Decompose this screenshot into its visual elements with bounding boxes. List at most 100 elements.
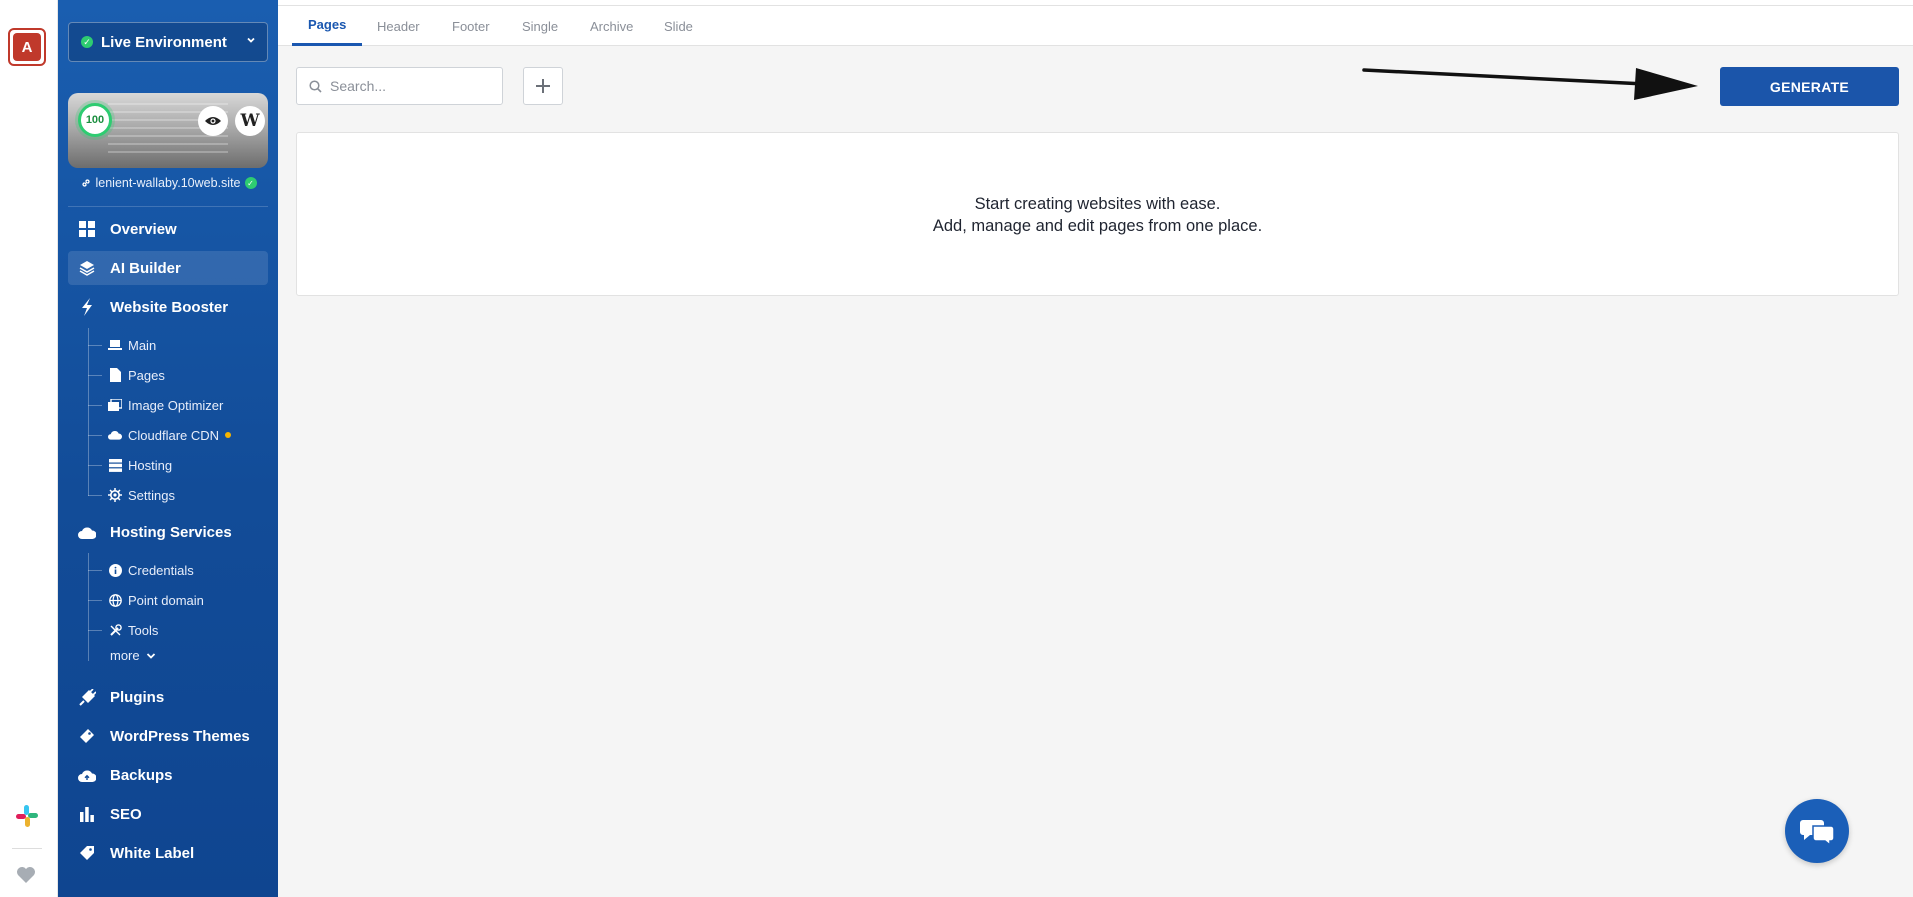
tab-pages[interactable]: Pages	[292, 6, 363, 46]
sidebar-item-label: Overview	[110, 220, 177, 238]
environment-selector[interactable]: ✓ Live Environment	[68, 22, 268, 62]
sidebar-subitem-image-optimizer[interactable]: Image Optimizer	[108, 393, 223, 417]
subitem-label: Credentials	[128, 562, 194, 578]
subitem-label: Cloudflare CDN	[128, 427, 220, 443]
sidebar-item-label: White Label	[110, 844, 195, 862]
tab-footer[interactable]: Footer	[436, 6, 506, 46]
plus-icon	[536, 79, 550, 93]
sidebar-subitem-hosting[interactable]: Hosting	[108, 453, 172, 477]
plug-icon	[78, 688, 96, 706]
tree-tick	[88, 345, 102, 346]
sidebar-item-label: WordPress Themes	[110, 727, 250, 745]
sidebar-divider	[68, 206, 268, 207]
gear-icon	[108, 488, 122, 502]
sidebar-item-backups[interactable]: Backups	[68, 758, 268, 792]
environment-status-icon: ✓	[81, 36, 93, 48]
site-thumbnail[interactable]: 100 W	[68, 93, 268, 168]
laptop-icon	[108, 338, 122, 352]
sidebar-item-ai-builder[interactable]: AI Builder	[68, 251, 268, 285]
wordpress-admin-button[interactable]: W	[235, 106, 265, 136]
sidebar-subitem-tools[interactable]: Tools	[108, 618, 158, 642]
empty-state-text: Start creating websites with ease. Add, …	[297, 193, 1898, 237]
tree-tick	[88, 570, 102, 571]
globe-icon	[108, 593, 122, 607]
sidebar-item-label: Website Booster	[110, 298, 229, 316]
sidebar-item-wordpress-themes[interactable]: WordPress Themes	[68, 719, 268, 753]
subitem-label: Point domain	[128, 592, 204, 608]
add-page-button[interactable]	[523, 67, 563, 105]
cloud-backup-icon	[78, 766, 96, 784]
server-icon	[108, 458, 122, 472]
sidebar-item-website-booster[interactable]: Website Booster	[68, 290, 268, 324]
search-input[interactable]	[330, 78, 480, 94]
sidebar-subitem-point-domain[interactable]: Point domain	[108, 588, 204, 612]
tools-icon	[108, 623, 122, 637]
wordpress-icon: W	[240, 111, 260, 131]
tree-tick	[88, 375, 102, 376]
sidebar-item-label: AI Builder	[110, 259, 181, 277]
eye-icon	[205, 117, 221, 125]
tree-tick	[88, 630, 102, 631]
slack-icon[interactable]	[14, 803, 40, 829]
empty-state-line-2: Add, manage and edit pages from one plac…	[932, 217, 1263, 235]
subitem-label: Pages	[128, 367, 165, 383]
chevron-down-icon	[247, 37, 255, 43]
app-rail: A	[0, 0, 58, 897]
link-icon	[81, 179, 90, 187]
grid-icon	[78, 220, 96, 238]
tree-line	[88, 328, 89, 496]
tab-header[interactable]: Header	[361, 6, 436, 46]
environment-label: Live Environment	[101, 33, 227, 51]
tree-tick	[88, 405, 102, 406]
tab-archive[interactable]: Archive	[574, 6, 649, 46]
lightning-icon	[78, 298, 96, 316]
rail-divider	[12, 848, 42, 849]
tree-tick	[88, 600, 102, 601]
bar-chart-icon	[78, 805, 96, 823]
workspace-avatar-letter: A	[13, 33, 41, 61]
generate-button[interactable]: GENERATE	[1720, 67, 1899, 106]
file-icon	[108, 368, 122, 382]
subitem-label: Tools	[128, 622, 159, 638]
workspace-avatar[interactable]: A	[8, 28, 46, 66]
theme-icon	[78, 727, 96, 745]
preview-button[interactable]	[198, 106, 228, 136]
subitem-label: Hosting	[128, 457, 173, 473]
sidebar-item-overview[interactable]: Overview	[68, 212, 268, 246]
tree-tick	[88, 495, 102, 496]
sidebar-item-seo[interactable]: SEO	[68, 797, 268, 831]
annotation-arrow	[1362, 68, 1698, 100]
subitem-label: Settings	[128, 487, 175, 503]
more-toggle[interactable]: more	[110, 648, 156, 663]
sidebar-subitem-main[interactable]: Main	[108, 333, 156, 357]
tree-tick	[88, 465, 102, 466]
chat-support-button[interactable]	[1785, 799, 1849, 863]
search-icon	[309, 79, 322, 93]
sidebar-item-label: Hosting Services	[110, 523, 232, 541]
sidebar-item-label: Backups	[110, 766, 173, 784]
info-icon	[108, 563, 122, 577]
subitem-label: Main	[128, 337, 157, 353]
cloud-services-icon	[78, 523, 96, 541]
domain-verified-icon: ✓	[244, 177, 257, 189]
sidebar-subitem-pages[interactable]: Pages	[108, 363, 165, 387]
tree-tick	[88, 435, 102, 436]
heart-icon[interactable]	[16, 866, 36, 884]
search-box	[296, 67, 503, 105]
empty-state-panel: Start creating websites with ease. Add, …	[296, 132, 1899, 296]
tab-single[interactable]: Single	[506, 6, 574, 46]
site-domain-link[interactable]: lenient-wallaby.10web.site ✓	[58, 176, 278, 190]
sidebar-item-white-label[interactable]: White Label	[68, 836, 268, 870]
sidebar-item-plugins[interactable]: Plugins	[68, 680, 268, 714]
sidebar-item-label: Plugins	[110, 688, 165, 706]
chat-icon	[1800, 820, 1835, 846]
sidebar-item-hosting-services[interactable]: Hosting Services	[68, 515, 268, 549]
sidebar-subitem-settings[interactable]: Settings	[108, 483, 175, 507]
site-domain-text: lenient-wallaby.10web.site	[95, 176, 241, 190]
cloud-icon	[108, 428, 122, 442]
chevron-down-icon	[146, 652, 155, 659]
tab-slide[interactable]: Slide	[648, 6, 709, 46]
sidebar-subitem-credentials[interactable]: Credentials	[108, 558, 194, 582]
images-icon	[108, 398, 122, 412]
sidebar-subitem-cloudflare-cdn[interactable]: Cloudflare CDN	[108, 423, 232, 447]
